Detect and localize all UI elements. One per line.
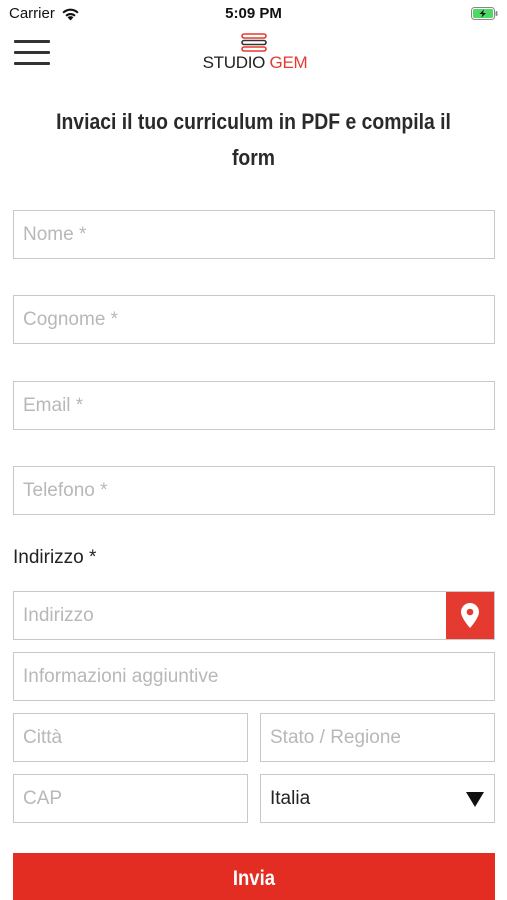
logo-wordmark: STUDIO GEM — [202, 53, 308, 72]
status-bar: Carrier 5:09 PM — [0, 0, 507, 28]
country-select[interactable]: Italia — [260, 774, 495, 823]
app-header: STUDIO GEM — [0, 28, 507, 82]
cap-field[interactable] — [13, 774, 248, 823]
cognome-input[interactable] — [14, 296, 494, 343]
citta-input[interactable] — [14, 714, 247, 761]
locate-address-button[interactable] — [446, 592, 494, 639]
nome-field[interactable] — [13, 210, 495, 259]
submit-button[interactable]: Invia — [13, 853, 495, 900]
telefono-input[interactable] — [14, 467, 494, 514]
stato-input[interactable] — [261, 714, 494, 761]
page-title: Inviaci il tuo curriculum in PDF e compi… — [56, 109, 451, 170]
nome-input[interactable] — [14, 211, 494, 258]
map-pin-icon — [461, 603, 479, 628]
telefono-field[interactable] — [13, 466, 495, 515]
email-field[interactable] — [13, 381, 495, 430]
studio-gem-logo[interactable]: STUDIO GEM — [200, 31, 310, 77]
indirizzo-input[interactable] — [14, 592, 446, 639]
country-selected-value: Italia — [270, 788, 311, 809]
logo-mark-icon — [241, 33, 267, 52]
stato-field[interactable] — [260, 713, 495, 762]
submit-button-label: Invia — [232, 867, 276, 890]
indirizzo-label: Indirizzo * — [13, 547, 97, 568]
battery-charging-icon — [471, 7, 498, 20]
informazioni-input[interactable] — [14, 653, 494, 700]
dropdown-arrow-icon — [466, 792, 484, 807]
email-input[interactable] — [14, 382, 494, 429]
cap-input[interactable] — [14, 775, 247, 822]
cognome-field[interactable] — [13, 295, 495, 344]
hamburger-menu-icon[interactable] — [14, 40, 50, 66]
status-time: 5:09 PM — [225, 5, 282, 22]
informazioni-field[interactable] — [13, 652, 495, 701]
indirizzo-field[interactable] — [13, 591, 495, 640]
citta-field[interactable] — [13, 713, 248, 762]
